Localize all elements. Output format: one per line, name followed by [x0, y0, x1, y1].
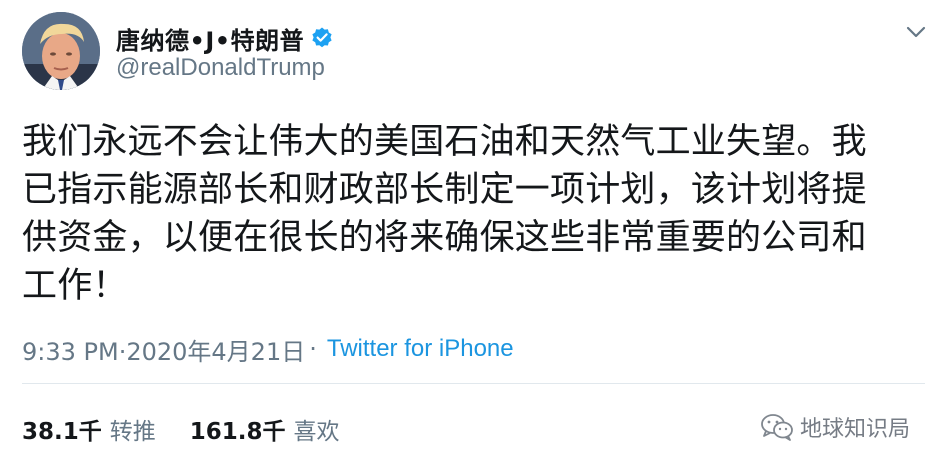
retweets-label: 转推	[109, 419, 156, 445]
avatar[interactable]	[22, 12, 100, 90]
tweet-meta: 9:33 PM·2020年4月21日 · Twitter for iPhone	[22, 332, 514, 367]
tweet-timestamp[interactable]: 9:33 PM·2020年4月21日	[22, 332, 305, 367]
author-display-name[interactable]: 唐纳德•J•特朗普	[116, 21, 304, 56]
wechat-icon	[761, 414, 793, 441]
retweets-count: 38.1千	[22, 419, 102, 445]
retweets-stat[interactable]: 38.1千 转推	[22, 412, 156, 446]
source-link[interactable]: Twitter for iPhone	[327, 335, 514, 363]
user-avatar-icon	[22, 12, 100, 90]
likes-stat[interactable]: 161.8千 喜欢	[190, 412, 340, 446]
author-handle[interactable]: @realDonaldTrump	[116, 54, 325, 82]
watermark-text: 地球知识局	[800, 417, 911, 442]
meta-separator: ·	[309, 335, 317, 363]
divider	[22, 383, 925, 384]
watermark: 地球知识局	[760, 412, 910, 442]
likes-label: 喜欢	[293, 419, 340, 445]
tweet-text: 我们永远不会让伟大的美国石油和天然气工业失望。我 已指示能源部长和财政部长制定一…	[22, 122, 867, 306]
tweet-stats: 38.1千 转推 161.8千 喜欢	[22, 412, 340, 446]
tweet-card: 唐纳德•J•特朗普 @realDonaldTrump 我们永远不会让伟大的美国石…	[0, 0, 947, 467]
likes-count: 161.8千	[189, 419, 286, 445]
author-name-row: 唐纳德•J•特朗普	[116, 21, 334, 56]
verified-badge-icon	[312, 27, 332, 48]
chevron-down-icon[interactable]	[904, 24, 928, 40]
